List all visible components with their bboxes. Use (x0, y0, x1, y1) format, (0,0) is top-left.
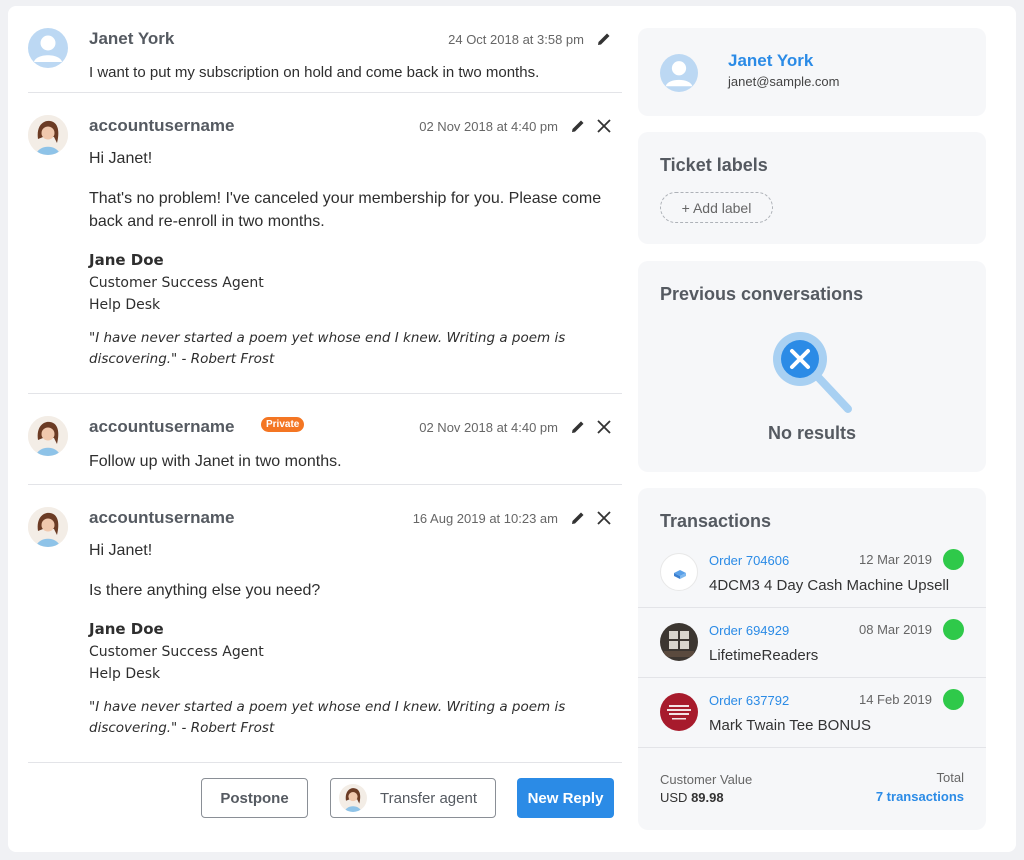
message-text: I want to put my subscription on hold an… (89, 64, 540, 81)
transaction-date: 12 Mar 2019 (859, 552, 932, 567)
message-meta: 02 Nov 2018 at 4:40 pm (419, 419, 612, 435)
reply-actions: Postpone Transfer agent New Reply (20, 778, 614, 818)
message-author: accountusername (89, 417, 235, 436)
agent-avatar (28, 507, 68, 547)
message-text: That's no problem! I've canceled your me… (89, 190, 602, 230)
transaction-date: 14 Feb 2019 (858, 692, 932, 707)
message-author: accountusername (89, 508, 235, 527)
add-label-button[interactable]: + Add label (660, 192, 773, 223)
customer-avatar (660, 54, 698, 92)
customer-name[interactable]: Janet York (728, 51, 813, 71)
new-reply-label: New Reply (527, 789, 604, 807)
transaction-order-link[interactable]: Order 704606 (709, 553, 789, 568)
product-thumbnail (660, 623, 698, 661)
transaction-order-link[interactable]: Order 637792 (709, 693, 789, 708)
message-date: 02 Nov 2018 at 4:40 pm (419, 419, 558, 435)
no-results-text: No results (767, 423, 857, 443)
product-thumbnail (660, 693, 698, 731)
message-body: Hi Janet! Is there anything else you nee… (89, 539, 609, 739)
signature-quote: "I have never started a poem yet whose e… (89, 699, 566, 736)
signature-role: Customer Success Agent (89, 275, 264, 291)
new-reply-button[interactable]: New Reply (517, 778, 614, 818)
customer-value: USD 89.98 (660, 790, 724, 805)
customer-value-label: Customer Value (660, 772, 753, 787)
message-body: I want to put my subscription on hold an… (89, 61, 609, 84)
previous-conversations-card: Previous conversations No results (638, 261, 986, 472)
no-results-search-icon (772, 331, 858, 417)
ticket-labels-card: Ticket labels + Add label (638, 132, 986, 244)
agent-avatar (28, 416, 68, 456)
message-customer: Janet York 24 Oct 2018 at 3:58 pm I want… (28, 6, 622, 93)
transaction-product-name: Mark Twain Tee BONUS (709, 717, 872, 734)
transaction-product-name: 4DCM3 4 Day Cash Machine Upsell (709, 577, 950, 594)
transaction-date: 08 Mar 2019 (859, 622, 932, 637)
message-meta: 02 Nov 2018 at 4:40 pm (419, 118, 612, 134)
close-icon[interactable] (596, 510, 612, 526)
message-private-note: accountusername Private 02 Nov 2018 at 4… (28, 394, 622, 485)
private-badge: Private (261, 417, 305, 432)
signature-name: Jane Doe (89, 251, 164, 269)
transfer-agent-avatar (339, 784, 367, 812)
message-date: 24 Oct 2018 at 3:58 pm (448, 31, 584, 47)
previous-conversations-title: Previous conversations (660, 284, 864, 304)
edit-icon[interactable] (596, 31, 612, 47)
message-greeting: Hi Janet! (89, 150, 153, 167)
postpone-label: Postpone (220, 789, 289, 807)
message-date: 02 Nov 2018 at 4:40 pm (419, 118, 558, 134)
close-icon[interactable] (596, 419, 612, 435)
transaction-row[interactable]: Order 637792 14 Feb 2019 Mark Twain Tee … (638, 678, 986, 748)
signature-team: Help Desk (89, 297, 161, 313)
message-body: Hi Janet! That's no problem! I've cancel… (89, 147, 609, 370)
signature-team: Help Desk (89, 666, 161, 682)
transaction-order-link[interactable]: Order 694929 (709, 623, 789, 638)
transaction-status-indicator (943, 619, 964, 640)
message-greeting: Hi Janet! (89, 542, 153, 559)
customer-email: janet@sample.com (728, 74, 840, 89)
transaction-product-name: LifetimeReaders (709, 647, 819, 664)
edit-icon[interactable] (570, 118, 586, 134)
transactions-card: Transactions Order 704606 12 Mar 2019 4D… (638, 488, 986, 830)
message-agent: accountusername 16 Aug 2019 at 10:23 am … (28, 485, 622, 763)
message-body: Follow up with Janet in two months. (89, 450, 609, 473)
total-label: Total (936, 770, 964, 785)
message-author: Janet York (89, 29, 175, 48)
transaction-status-indicator (943, 549, 964, 570)
transaction-row[interactable]: Order 704606 12 Mar 2019 4DCM3 4 Day Cas… (638, 538, 986, 608)
signature-role: Customer Success Agent (89, 644, 264, 660)
close-icon[interactable] (596, 118, 612, 134)
transactions-title: Transactions (660, 511, 772, 531)
message-author: accountusername (89, 116, 235, 135)
transaction-status-indicator (943, 689, 964, 710)
postpone-button[interactable]: Postpone (201, 778, 308, 818)
agent-avatar (28, 115, 68, 155)
signature-quote: "I have never started a poem yet whose e… (89, 330, 566, 367)
transfer-agent-button[interactable]: Transfer agent (330, 778, 496, 818)
ticket-labels-title: Ticket labels (660, 155, 768, 175)
message-date: 16 Aug 2019 at 10:23 am (412, 510, 558, 526)
currency: USD (660, 790, 688, 805)
message-text: Is there anything else you need? (89, 582, 321, 599)
edit-icon[interactable] (570, 510, 586, 526)
customer-value-amount: 89.98 (691, 790, 724, 805)
product-thumbnail (660, 553, 698, 591)
message-text: Follow up with Janet in two months. (89, 453, 342, 470)
transfer-agent-label: Transfer agent (380, 789, 477, 807)
total-transactions-link[interactable]: 7 transactions (876, 789, 964, 804)
edit-icon[interactable] (570, 419, 586, 435)
message-meta: 16 Aug 2019 at 10:23 am (413, 510, 612, 526)
customer-card: Janet York janet@sample.com (638, 28, 986, 116)
transaction-row[interactable]: Order 694929 08 Mar 2019 LifetimeReaders (638, 608, 986, 678)
message-meta: 24 Oct 2018 at 3:58 pm (448, 31, 612, 47)
signature-name: Jane Doe (89, 620, 164, 638)
message-agent: accountusername 02 Nov 2018 at 4:40 pm H… (28, 93, 622, 394)
customer-avatar (28, 28, 68, 68)
